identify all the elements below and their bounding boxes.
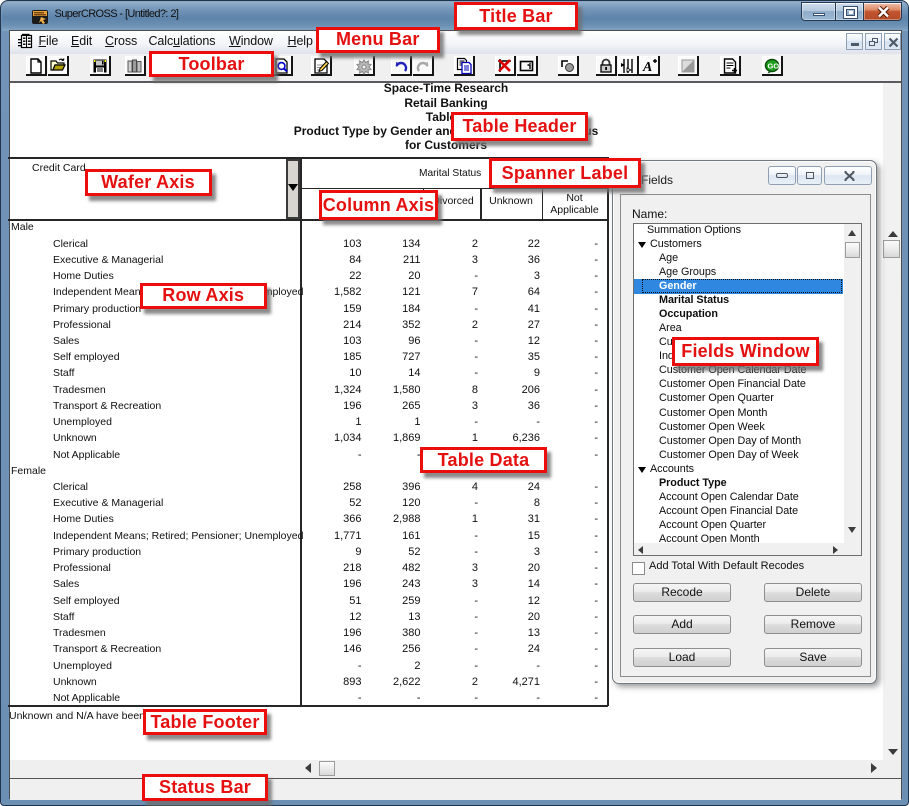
svg-text:A: A [642,60,652,75]
svg-text:GO: GO [767,62,779,71]
